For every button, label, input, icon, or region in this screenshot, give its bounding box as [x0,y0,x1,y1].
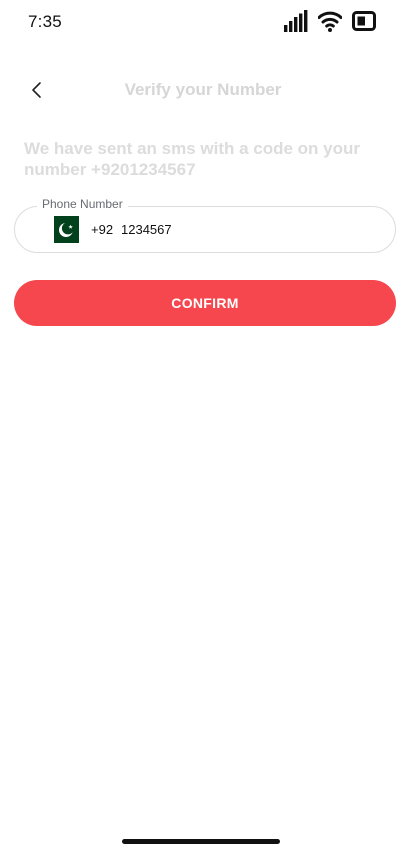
status-icons [284,10,376,32]
wifi-icon [318,11,342,32]
home-indicator [122,839,280,844]
battery-icon [352,11,376,31]
phone-number-label: Phone Number [37,197,128,211]
phone-number-field[interactable]: Phone Number +92 1234567 [14,197,396,253]
confirm-button[interactable]: CONFIRM [14,280,396,326]
pakistan-flag-icon[interactable] [48,216,79,243]
phone-number-value[interactable]: 1234567 [121,222,172,237]
sms-sent-message: We have sent an sms with a code on your … [24,139,360,179]
page-title: Verify your Number [124,80,282,99]
signal-icon [284,10,308,32]
status-time: 7:35 [28,12,62,31]
country-code: +92 [91,222,114,237]
verify-number-screen: 7:35 Verify your Number We have sent an … [0,0,406,852]
